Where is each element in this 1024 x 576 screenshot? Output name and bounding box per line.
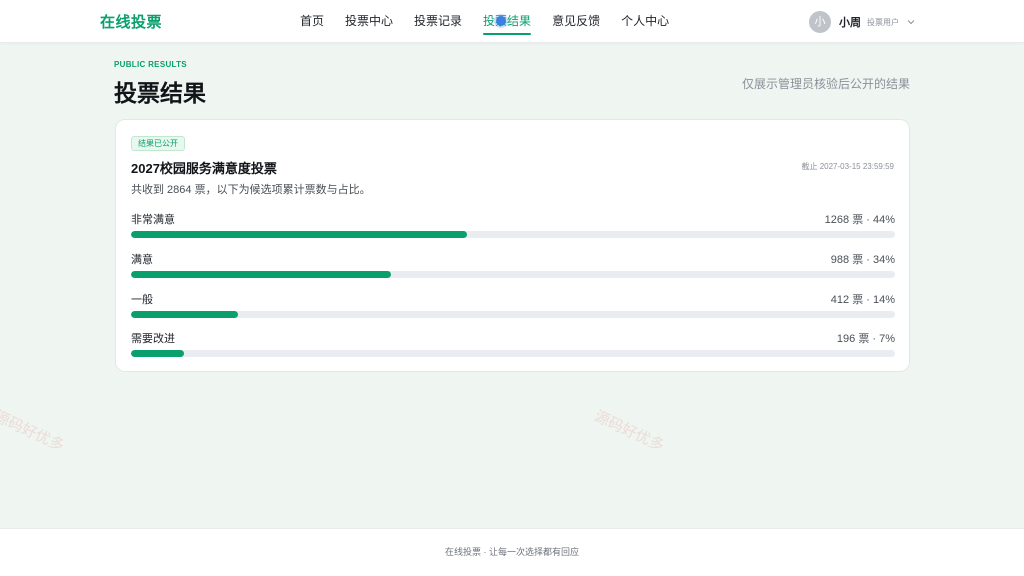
result-option: 一般 412 票 · 14% <box>131 291 895 321</box>
chevron-down-icon[interactable] <box>907 18 915 26</box>
page-footer: 在线投票 · 让每一次选择都有回应 <box>0 528 1024 576</box>
section-eyebrow: PUBLIC RESULTS <box>114 60 187 69</box>
progress-track <box>131 271 895 278</box>
user-menu[interactable]: 小 小周 投票用户 <box>809 11 915 33</box>
option-label: 满意 <box>131 254 153 266</box>
option-label: 一般 <box>131 294 153 306</box>
progress-track <box>131 350 895 357</box>
poll-result-card: 结果已公开 2027校园服务满意度投票 截止 2027-03-15 23:59:… <box>115 119 910 372</box>
nav-item-vote-records[interactable]: 投票记录 <box>414 0 462 43</box>
option-label: 需要改进 <box>131 333 175 345</box>
watermark: 源码好优多 <box>591 407 667 455</box>
poll-summary: 共收到 2864 票，以下为候选项累计票数与占比。 <box>131 184 371 196</box>
result-option: 满意 988 票 · 34% <box>131 251 895 281</box>
progress-fill <box>131 271 391 278</box>
result-option: 非常满意 1268 票 · 44% <box>131 211 895 241</box>
nav-item-feedback[interactable]: 意见反馈 <box>552 0 600 43</box>
option-stat: 988 票 · 34% <box>830 254 895 266</box>
watermark: 源码好优多 <box>0 407 67 455</box>
user-role: 投票用户 <box>867 17 899 27</box>
option-label: 非常满意 <box>131 214 175 226</box>
progress-fill <box>131 350 185 357</box>
brand-logo[interactable]: 在线投票 <box>100 11 162 32</box>
nav-item-home[interactable]: 首页 <box>300 0 324 43</box>
progress-track <box>131 311 895 318</box>
page-note: 仅展示管理员核验后公开的结果 <box>741 77 910 91</box>
avatar[interactable]: 小 <box>809 11 831 33</box>
poll-deadline: 截止 2027-03-15 23:59:59 <box>801 162 894 171</box>
option-stat: 1268 票 · 44% <box>824 214 895 226</box>
result-option: 需要改进 196 票 · 7% <box>131 330 895 360</box>
status-badge: 结果已公开 <box>131 136 185 151</box>
nav-item-vote-center[interactable]: 投票中心 <box>345 0 393 43</box>
progress-fill <box>131 231 468 238</box>
top-navbar: 在线投票 首页 投票中心 投票记录 投票结果 意见反馈 个人中心 小 小周 投票… <box>0 0 1024 43</box>
option-stat: 412 票 · 14% <box>830 294 895 306</box>
progress-fill <box>131 311 238 318</box>
user-name: 小周 <box>839 17 861 29</box>
poll-title: 2027校园服务满意度投票 <box>131 161 277 176</box>
mouse-cursor-indicator <box>496 16 506 26</box>
nav-item-vote-results[interactable]: 投票结果 <box>483 0 532 43</box>
page-title: 投票结果 <box>114 80 206 106</box>
nav-item-profile[interactable]: 个人中心 <box>621 0 669 43</box>
option-stat: 196 票 · 7% <box>836 333 895 345</box>
progress-track <box>131 231 895 238</box>
